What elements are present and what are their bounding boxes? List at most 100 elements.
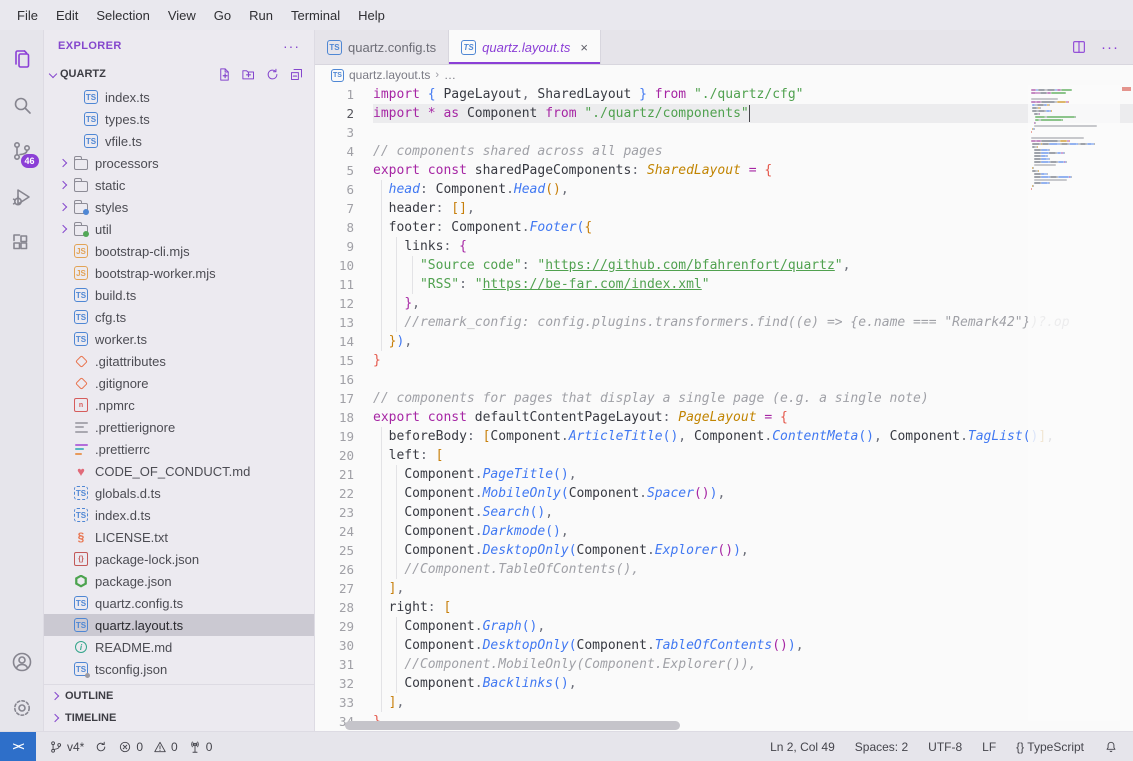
settings-icon[interactable]: [0, 685, 44, 731]
breadcrumb[interactable]: TS quartz.layout.ts › …: [315, 65, 1133, 85]
tree-item--prettierignore[interactable]: .prettierignore: [44, 416, 314, 438]
account-icon[interactable]: [0, 639, 44, 685]
code-line-25[interactable]: 25 Component.DesktopOnly(Component.Explo…: [315, 541, 1133, 560]
code-line-31[interactable]: 31 //Component.MobileOnly(Component.Expl…: [315, 655, 1133, 674]
tree-item--npmrc[interactable]: n.npmrc: [44, 394, 314, 416]
more-actions-icon[interactable]: ···: [1101, 39, 1119, 56]
tree-item--gitignore[interactable]: .gitignore: [44, 372, 314, 394]
code-line-28[interactable]: 28 right: [: [315, 598, 1133, 617]
source-control-icon[interactable]: 46: [0, 128, 44, 174]
status--typescript[interactable]: {} TypeScript: [1013, 740, 1087, 754]
minimap[interactable]: [1028, 85, 1120, 721]
tree-item-license-txt[interactable]: §LICENSE.txt: [44, 526, 314, 548]
status-utf-8[interactable]: UTF-8: [925, 740, 965, 754]
code-line-12[interactable]: 12 },: [315, 294, 1133, 313]
tree-item-quartz-config-ts[interactable]: TSquartz.config.ts: [44, 592, 314, 614]
breadcrumb-symbol[interactable]: …: [444, 68, 456, 82]
split-editor-icon[interactable]: [1071, 39, 1087, 55]
horizontal-scrollbar[interactable]: [345, 721, 680, 730]
tree-item-types-ts[interactable]: TStypes.ts: [44, 108, 314, 130]
tab-quartz-layout-ts[interactable]: TSquartz.layout.ts×: [449, 30, 601, 64]
code-line-26[interactable]: 26 //Component.TableOfContents(),: [315, 560, 1133, 579]
section-outline[interactable]: OUTLINE: [44, 685, 314, 707]
status-spaces-2[interactable]: Spaces: 2: [852, 740, 911, 754]
extensions-icon[interactable]: [0, 220, 44, 266]
more-actions-icon[interactable]: ···: [283, 38, 300, 54]
menu-edit[interactable]: Edit: [47, 4, 87, 27]
search-icon[interactable]: [0, 82, 44, 128]
code-line-22[interactable]: 22 Component.MobileOnly(Component.Spacer…: [315, 484, 1133, 503]
close-icon[interactable]: ×: [580, 40, 588, 55]
tree-item-readme-md[interactable]: iREADME.md: [44, 636, 314, 658]
refresh-icon[interactable]: [265, 67, 280, 82]
run-debug-icon[interactable]: [0, 174, 44, 220]
code-line-24[interactable]: 24 Component.Darkmode(),: [315, 522, 1133, 541]
code-line-33[interactable]: 33 ],: [315, 693, 1133, 712]
status-0[interactable]: 0: [185, 740, 216, 754]
status-bell[interactable]: [1101, 740, 1121, 754]
tree-item-bootstrap-cli-mjs[interactable]: JSbootstrap-cli.mjs: [44, 240, 314, 262]
tree-item-index-d-ts[interactable]: TSindex.d.ts: [44, 504, 314, 526]
vertical-scrollbar[interactable]: [1120, 85, 1133, 731]
code-line-11[interactable]: 11 "RSS": "https://be-far.com/index.xml": [315, 275, 1133, 294]
code-editor[interactable]: 1import { PageLayout, SharedLayout } fro…: [315, 85, 1133, 731]
menu-terminal[interactable]: Terminal: [282, 4, 349, 27]
tree-item-bootstrap-worker-mjs[interactable]: JSbootstrap-worker.mjs: [44, 262, 314, 284]
tree-item--gitattributes[interactable]: .gitattributes: [44, 350, 314, 372]
tree-item-index-ts[interactable]: TSindex.ts: [44, 86, 314, 108]
menu-run[interactable]: Run: [240, 4, 282, 27]
code-line-16[interactable]: 16: [315, 370, 1133, 389]
menu-go[interactable]: Go: [205, 4, 240, 27]
code-line-7[interactable]: 7 header: [],: [315, 199, 1133, 218]
menu-selection[interactable]: Selection: [87, 4, 158, 27]
status-0[interactable]: 0: [150, 740, 181, 754]
code-line-19[interactable]: 19 beforeBody: [Component.ArticleTitle()…: [315, 427, 1133, 446]
tree-item-code-of-conduct-md[interactable]: ♥CODE_OF_CONDUCT.md: [44, 460, 314, 482]
status-sync[interactable]: [91, 740, 111, 754]
code-line-1[interactable]: 1import { PageLayout, SharedLayout } fro…: [315, 85, 1133, 104]
menu-file[interactable]: File: [8, 4, 47, 27]
code-line-5[interactable]: 5export const sharedPageComponents: Shar…: [315, 161, 1133, 180]
tree-item-package-json[interactable]: package.json: [44, 570, 314, 592]
code-line-9[interactable]: 9 links: {: [315, 237, 1133, 256]
new-file-icon[interactable]: [217, 67, 232, 82]
section-timeline[interactable]: TIMELINE: [44, 707, 314, 729]
new-folder-icon[interactable]: [241, 67, 256, 82]
remote-indicator-button[interactable]: ><: [0, 732, 36, 761]
code-line-14[interactable]: 14 }),: [315, 332, 1133, 351]
explorer-icon[interactable]: [0, 36, 44, 82]
code-line-20[interactable]: 20 left: [: [315, 446, 1133, 465]
tree-item-cfg-ts[interactable]: TScfg.ts: [44, 306, 314, 328]
tree-item-processors[interactable]: processors: [44, 152, 314, 174]
tab-quartz-config-ts[interactable]: TSquartz.config.ts: [315, 30, 449, 64]
status-ln-2-col-49[interactable]: Ln 2, Col 49: [767, 740, 838, 754]
code-line-18[interactable]: 18export const defaultContentPageLayout:…: [315, 408, 1133, 427]
code-line-21[interactable]: 21 Component.PageTitle(),: [315, 465, 1133, 484]
tree-item-tsconfig-json[interactable]: TStsconfig.json: [44, 658, 314, 680]
code-line-29[interactable]: 29 Component.Graph(),: [315, 617, 1133, 636]
code-line-32[interactable]: 32 Component.Backlinks(),: [315, 674, 1133, 693]
tree-item-globals-d-ts[interactable]: TSglobals.d.ts: [44, 482, 314, 504]
tree-item--prettierrc[interactable]: .prettierrc: [44, 438, 314, 460]
code-line-8[interactable]: 8 footer: Component.Footer({: [315, 218, 1133, 237]
code-line-13[interactable]: 13 //remark_config: config.plugins.trans…: [315, 313, 1133, 332]
code-line-2[interactable]: 2import * as Component from "./quartz/co…: [315, 104, 1133, 123]
tree-item-quartz-layout-ts[interactable]: TSquartz.layout.ts: [44, 614, 314, 636]
status-v4-[interactable]: v4*: [46, 740, 87, 754]
code-line-23[interactable]: 23 Component.Search(),: [315, 503, 1133, 522]
tree-item-vfile-ts[interactable]: TSvfile.ts: [44, 130, 314, 152]
menu-view[interactable]: View: [159, 4, 205, 27]
status-lf[interactable]: LF: [979, 740, 999, 754]
code-line-4[interactable]: 4// components shared across all pages: [315, 142, 1133, 161]
tree-item-static[interactable]: static: [44, 174, 314, 196]
code-line-17[interactable]: 17// components for pages that display a…: [315, 389, 1133, 408]
code-line-6[interactable]: 6 head: Component.Head(),: [315, 180, 1133, 199]
tree-item-styles[interactable]: styles: [44, 196, 314, 218]
tree-item-util[interactable]: util: [44, 218, 314, 240]
code-line-27[interactable]: 27 ],: [315, 579, 1133, 598]
status-0[interactable]: 0: [115, 740, 146, 754]
project-section-header[interactable]: QUARTZ: [44, 62, 314, 86]
code-line-30[interactable]: 30 Component.DesktopOnly(Component.Table…: [315, 636, 1133, 655]
code-line-15[interactable]: 15}: [315, 351, 1133, 370]
tree-item-package-lock-json[interactable]: {}package-lock.json: [44, 548, 314, 570]
